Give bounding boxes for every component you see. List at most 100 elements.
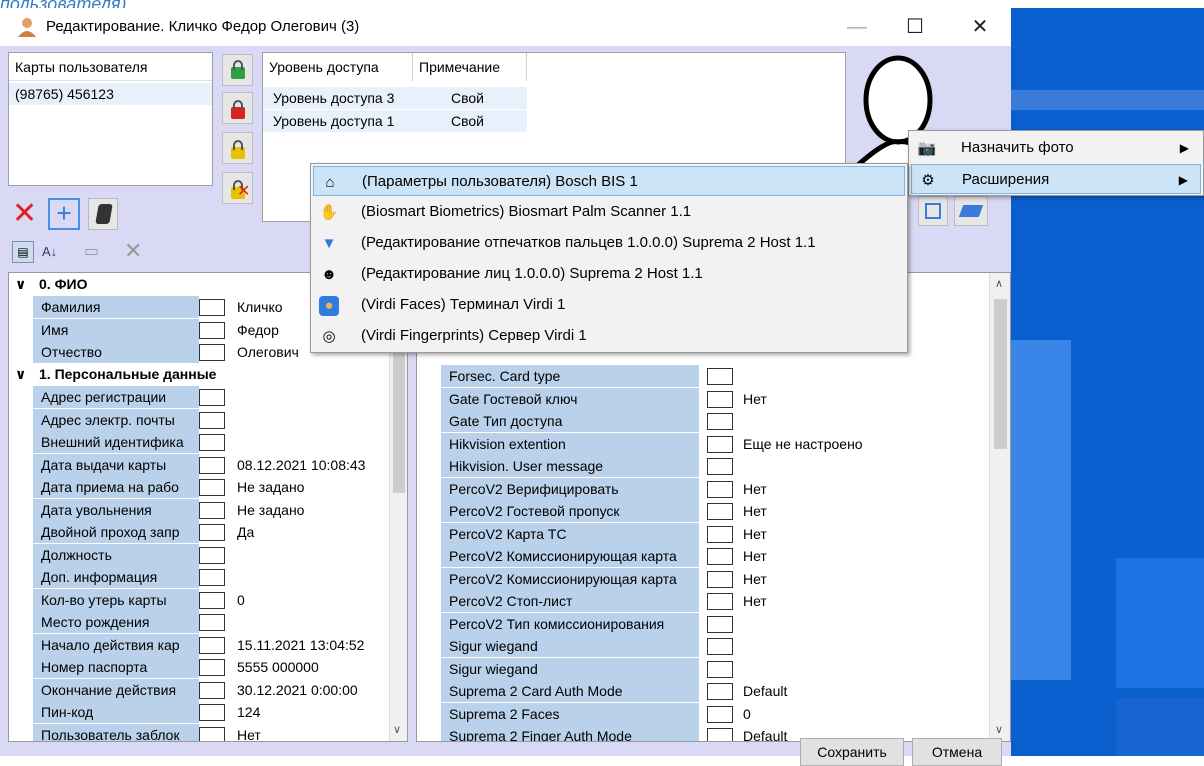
submenu-item-suprema-fingerprints[interactable]: ▼ (Редактирование отпечатков пальцев 1.0… xyxy=(313,228,905,258)
property-value[interactable]: Нет xyxy=(737,500,989,522)
menu-item-extensions[interactable]: ⚙ Расширения ▶ xyxy=(911,164,1201,194)
add-card-button[interactable]: + xyxy=(48,198,80,230)
property-row[interactable]: Suprema 2 Card Auth Mode Default xyxy=(417,680,989,703)
property-value[interactable]: 30.12.2021 0:00:00 xyxy=(231,678,387,701)
submenu-item-biosmart-palm[interactable]: ✋ (Biosmart Biometrics) Biosmart Palm Sc… xyxy=(313,197,905,227)
property-checkbox[interactable] xyxy=(199,569,225,586)
category-toggle[interactable]: ∨ xyxy=(15,363,26,385)
property-checkbox[interactable] xyxy=(199,456,225,474)
property-checkbox[interactable] xyxy=(199,659,225,676)
right-scrollbar[interactable]: ∧ ∨ xyxy=(989,273,1010,741)
property-checkbox[interactable] xyxy=(199,389,225,406)
property-checkbox[interactable] xyxy=(199,434,225,451)
card-reader-button[interactable] xyxy=(88,198,118,230)
submenu-item-virdi-fingerprints[interactable]: ◎ (Virdi Fingerprints) Сервер Virdi 1 xyxy=(313,321,905,351)
property-value[interactable] xyxy=(737,455,989,477)
property-value[interactable] xyxy=(231,431,387,453)
property-checkbox[interactable] xyxy=(707,593,733,610)
property-checkbox[interactable] xyxy=(199,636,225,654)
clear-property-button[interactable]: ✕ xyxy=(124,238,148,264)
property-checkbox[interactable] xyxy=(199,614,225,631)
property-value[interactable]: Default xyxy=(737,680,989,702)
property-checkbox[interactable] xyxy=(707,548,733,565)
property-checkbox[interactable] xyxy=(199,591,225,609)
scan-photo-button[interactable] xyxy=(954,196,988,226)
property-row[interactable]: Hikvision. User message xyxy=(417,455,989,478)
property-checkbox[interactable] xyxy=(199,299,225,316)
property-value[interactable]: 0 xyxy=(737,702,989,725)
property-row[interactable]: Gate Тип доступа xyxy=(417,410,989,433)
property-checkbox[interactable] xyxy=(707,705,733,723)
property-value[interactable] xyxy=(737,612,989,635)
property-row[interactable]: Дата приема на рабо Не задано xyxy=(9,476,387,499)
property-row[interactable]: Кол-во утерь карты 0 xyxy=(9,588,387,612)
property-value[interactable]: Не задано xyxy=(231,498,387,521)
property-row[interactable]: Пин-код 124 xyxy=(9,701,387,724)
property-value[interactable]: Не задано xyxy=(231,476,387,498)
submenu-item-bosch-bis[interactable]: ⌂ (Параметры пользователя) Bosch BIS 1 xyxy=(313,166,905,196)
property-row[interactable]: Дата выдачи карты 08.12.2021 10:08:43 xyxy=(9,453,387,477)
property-row[interactable]: Suprema 2 Faces 0 xyxy=(417,702,989,726)
property-value[interactable]: Нет xyxy=(231,723,387,741)
property-row[interactable]: Место рождения xyxy=(9,611,387,634)
property-row[interactable]: Адрес электр. почты xyxy=(9,408,387,432)
property-value[interactable]: Нет xyxy=(737,590,989,612)
submenu-item-suprema-faces[interactable]: ☻ (Редактирование лиц 1.0.0.0) Suprema 2… xyxy=(313,259,905,289)
property-checkbox[interactable] xyxy=(199,681,225,699)
property-value[interactable] xyxy=(231,408,387,431)
property-checkbox[interactable] xyxy=(707,570,733,588)
property-value[interactable] xyxy=(737,635,989,657)
menu-item-assign-photo[interactable]: 📷 Назначить фото ▶ xyxy=(911,133,1201,163)
property-row[interactable]: Внешний идентифика xyxy=(9,431,387,454)
minimize-button[interactable]: — xyxy=(834,12,880,42)
property-value[interactable] xyxy=(231,386,387,408)
scroll-down-arrow[interactable]: ∨ xyxy=(393,723,401,736)
cancel-button[interactable]: Отмена xyxy=(912,738,1002,766)
property-checkbox[interactable] xyxy=(707,660,733,678)
property-checkbox[interactable] xyxy=(707,615,733,633)
property-checkbox[interactable] xyxy=(707,368,733,385)
scroll-thumb[interactable] xyxy=(994,299,1007,449)
property-checkbox[interactable] xyxy=(199,704,225,721)
property-checkbox[interactable] xyxy=(707,458,733,475)
property-row[interactable]: Адрес регистрации xyxy=(9,386,387,409)
property-row[interactable]: Окончание действия 30.12.2021 0:00:00 xyxy=(9,678,387,702)
scroll-up-arrow[interactable]: ∧ xyxy=(995,277,1003,290)
property-checkbox[interactable] xyxy=(707,638,733,655)
property-value[interactable]: 15.11.2021 13:04:52 xyxy=(231,633,387,656)
property-value[interactable]: Нет xyxy=(737,387,989,410)
property-row[interactable]: Gate Гостевой ключ Нет xyxy=(417,387,989,411)
property-row[interactable]: PercoV2 Комиссионирующая карта Нет xyxy=(417,545,989,568)
property-checkbox[interactable] xyxy=(707,525,733,543)
property-value[interactable]: Нет xyxy=(737,477,989,500)
property-row[interactable]: Начало действия кар 15.11.2021 13:04:52 xyxy=(9,633,387,657)
property-row[interactable]: Sigur wiegand xyxy=(417,635,989,658)
sort-alpha-button[interactable]: A↓ xyxy=(42,241,64,263)
property-checkbox[interactable] xyxy=(199,411,225,429)
property-value[interactable]: 5555 000000 xyxy=(231,656,387,678)
property-value[interactable] xyxy=(737,365,989,387)
property-checkbox[interactable] xyxy=(199,546,225,564)
categorized-view-button[interactable]: ▤ xyxy=(12,241,34,263)
property-value[interactable]: Нет xyxy=(737,522,989,545)
property-value[interactable]: Еще не настроено xyxy=(737,432,989,455)
property-value[interactable]: Нет xyxy=(737,545,989,567)
lock-open-green-button[interactable] xyxy=(222,54,253,86)
property-row[interactable]: PercoV2 Верифицировать Нет xyxy=(417,477,989,501)
property-row[interactable]: Должность xyxy=(9,543,387,567)
property-checkbox[interactable] xyxy=(707,503,733,520)
property-row[interactable]: PercoV2 Тип комиссионирования xyxy=(417,612,989,636)
property-value[interactable] xyxy=(737,657,989,680)
lock-yellow-button[interactable] xyxy=(222,132,253,164)
property-row[interactable]: Пользователь заблок Нет xyxy=(9,723,387,741)
property-row[interactable]: Двойной проход запр Да xyxy=(9,521,387,544)
lock-red-button[interactable] xyxy=(222,92,253,124)
property-value[interactable] xyxy=(231,543,387,566)
property-row[interactable]: PercoV2 Стоп-лист Нет xyxy=(417,590,989,613)
property-row[interactable]: Forsec. Card type xyxy=(417,365,989,388)
property-value[interactable]: 0 xyxy=(231,588,387,611)
property-value[interactable]: Нет xyxy=(737,567,989,590)
lock-remove-button[interactable]: ✕ xyxy=(222,172,253,204)
property-row[interactable]: Sigur wiegand xyxy=(417,657,989,681)
property-row[interactable]: Номер паспорта 5555 000000 xyxy=(9,656,387,679)
